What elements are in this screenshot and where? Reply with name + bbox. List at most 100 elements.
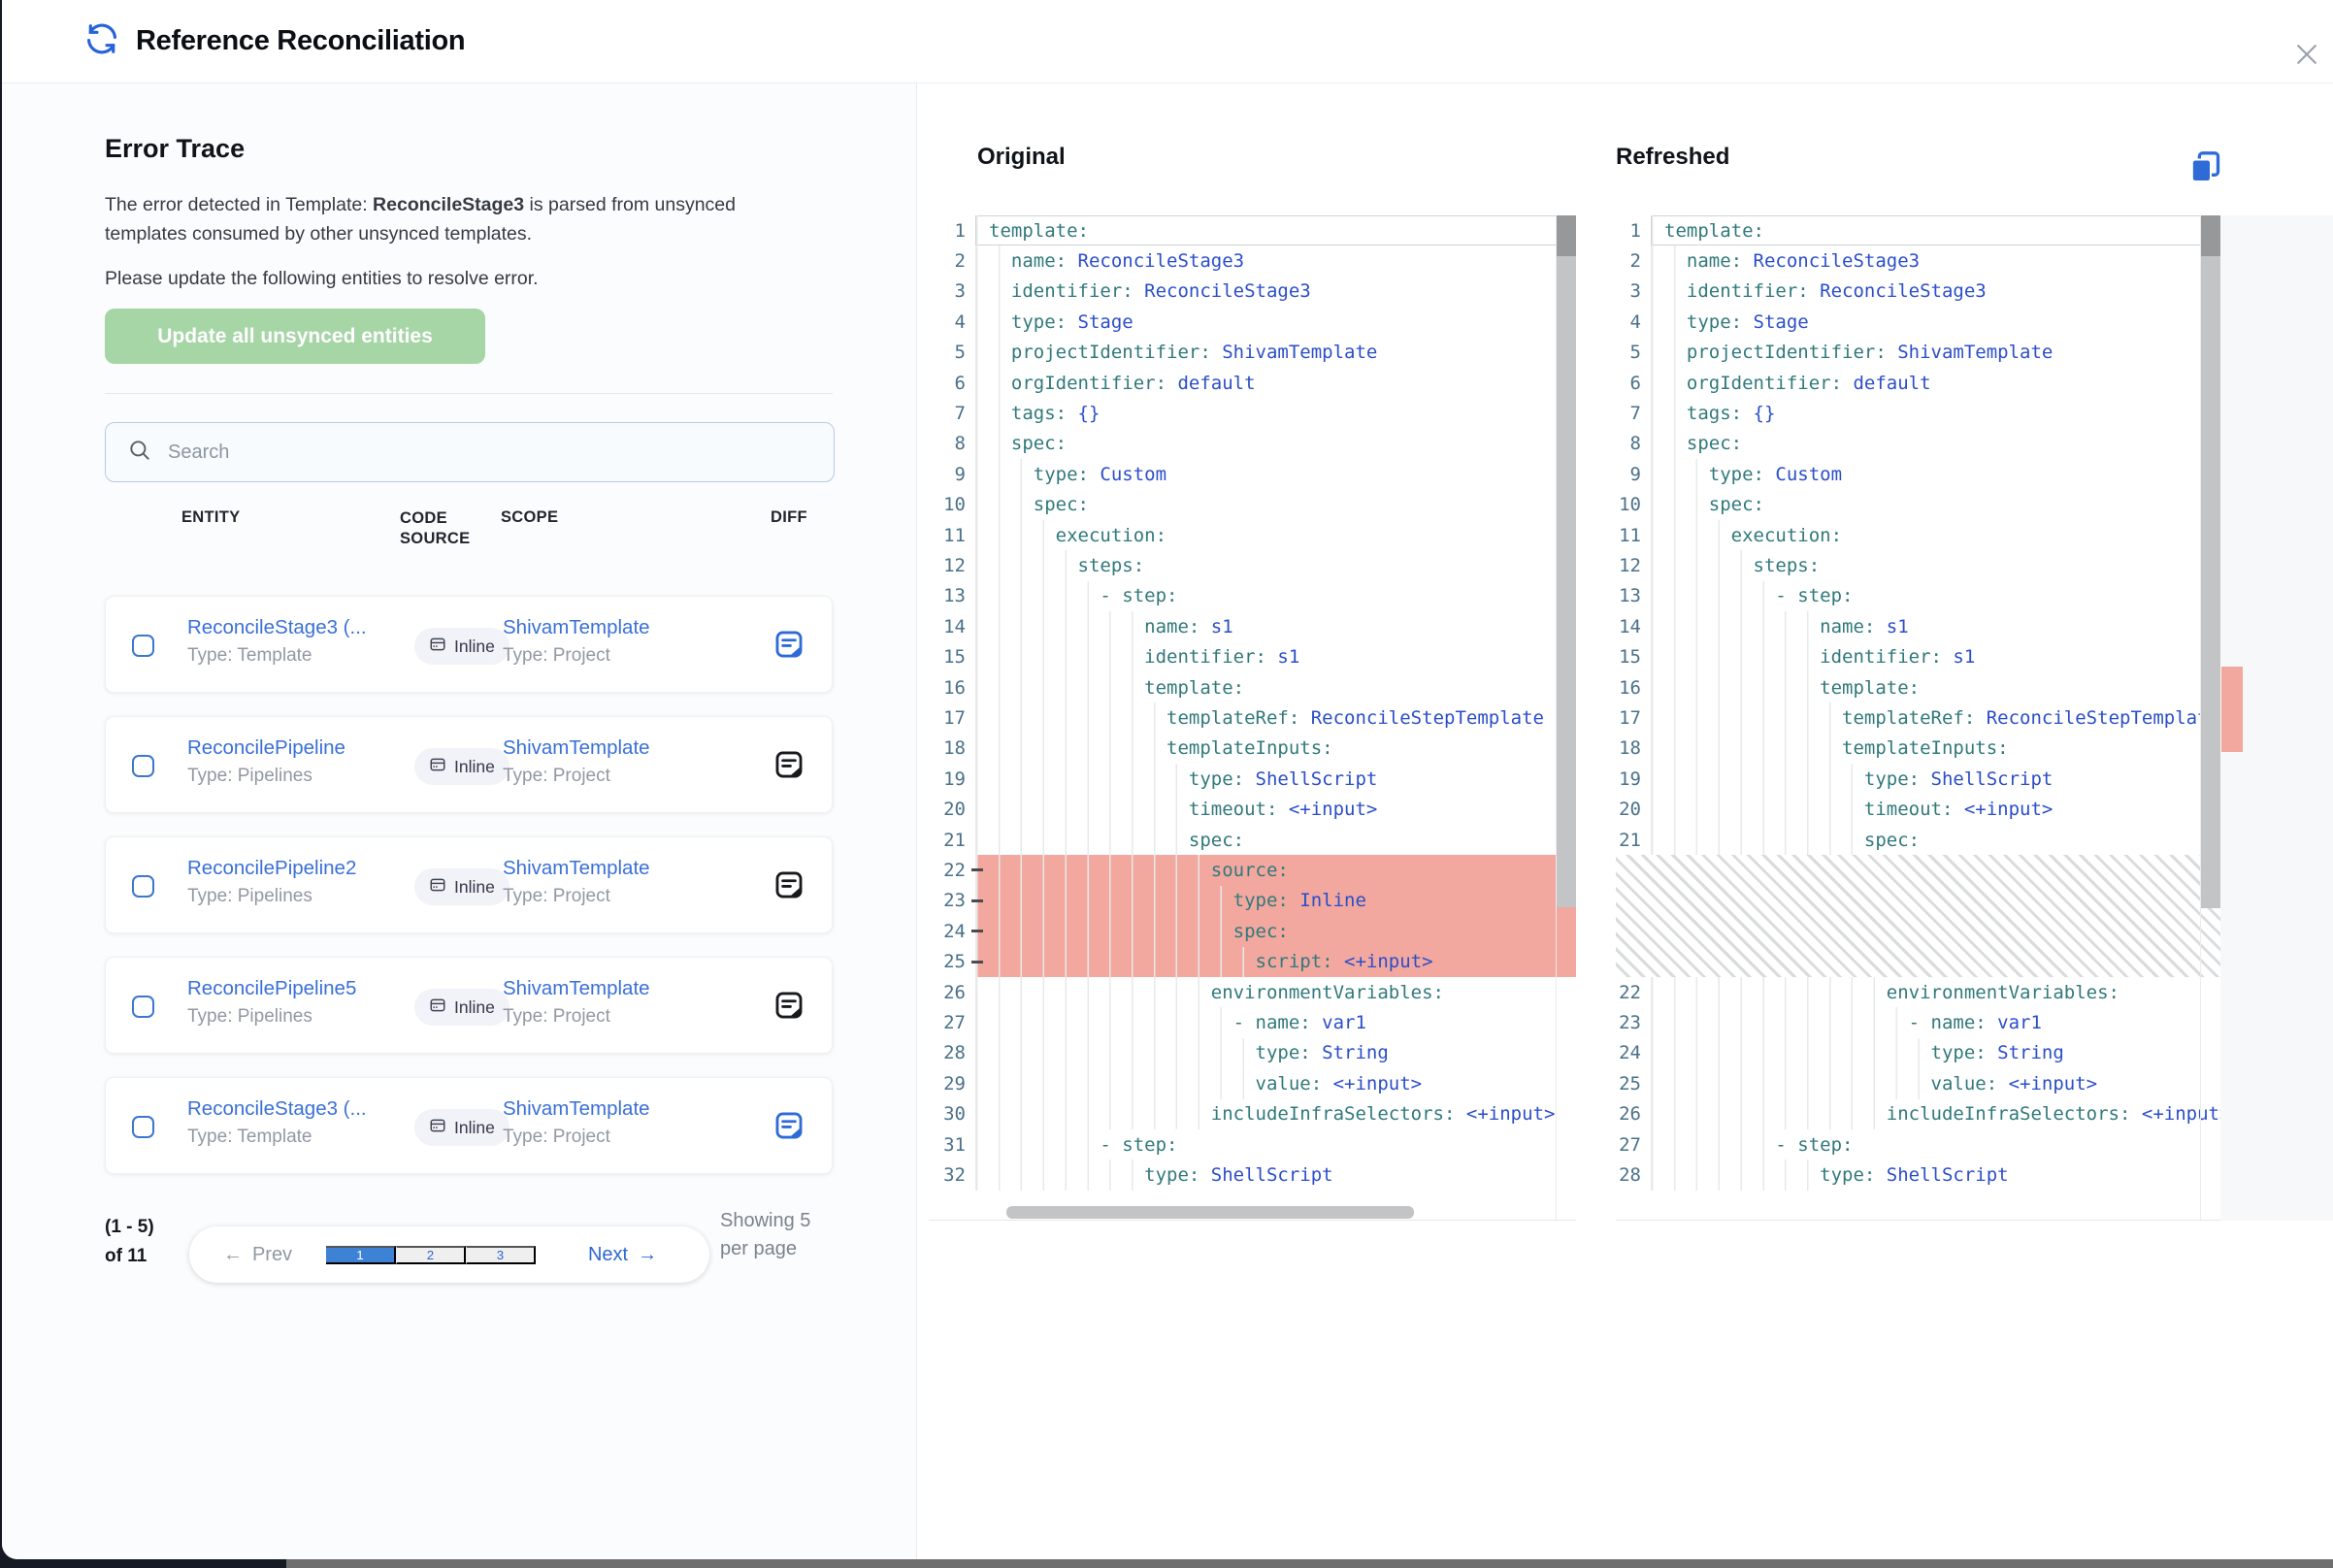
line-number: 6 bbox=[1616, 373, 1651, 394]
diff-file-icon[interactable] bbox=[772, 868, 806, 903]
line-number: 20 bbox=[1616, 799, 1651, 820]
table-row: ReconcileStage3 (...Type: TemplateInline… bbox=[105, 596, 833, 693]
prev-page-button[interactable]: ←Prev bbox=[189, 1226, 326, 1283]
deleted-line-marker bbox=[971, 899, 983, 902]
line-number: 4 bbox=[929, 311, 975, 333]
line-number: 7 bbox=[1616, 403, 1651, 424]
search-box[interactable] bbox=[105, 422, 835, 482]
code-line: 23 type: Inline bbox=[929, 886, 1576, 916]
code-line: 19 type: ShellScript bbox=[929, 764, 1576, 794]
entity-link[interactable]: ReconcileStage3 (... bbox=[187, 616, 367, 639]
line-number: 1 bbox=[929, 220, 975, 242]
original-horizontal-scrollbar[interactable] bbox=[1006, 1206, 1414, 1219]
code-line: 5 projectIdentifier: ShivamTemplate bbox=[1616, 338, 2220, 368]
code-line: 6 orgIdentifier: default bbox=[1616, 368, 2220, 398]
original-vertical-scrollbar[interactable] bbox=[1556, 215, 1576, 1220]
code-line: 1template: bbox=[929, 215, 1576, 245]
update-all-button[interactable]: Update all unsynced entities bbox=[105, 309, 485, 364]
code-line: 23 - name: var1 bbox=[1616, 1007, 2220, 1037]
line-number: 9 bbox=[929, 464, 975, 485]
scope-type-label: Type: Project bbox=[503, 1006, 610, 1028]
line-number: 26 bbox=[929, 982, 975, 1003]
entity-link[interactable]: ReconcilePipeline2 bbox=[187, 857, 356, 880]
row-checkbox[interactable] bbox=[132, 635, 154, 657]
page-button-1[interactable]: 1 bbox=[326, 1246, 396, 1264]
line-number: 11 bbox=[1616, 525, 1651, 546]
page-button-3[interactable]: 3 bbox=[466, 1246, 536, 1264]
original-code-editor[interactable]: 1template:2 name: ReconcileStage33 ident… bbox=[929, 215, 1576, 1221]
code-line: 6 orgIdentifier: default bbox=[929, 368, 1576, 398]
pagination-range: (1 - 5) of 11 bbox=[105, 1213, 169, 1271]
line-number: 8 bbox=[929, 433, 975, 454]
arrow-left-icon: ← bbox=[223, 1244, 243, 1266]
line-number: 24 bbox=[1616, 1042, 1651, 1063]
scope-link[interactable]: ShivamTemplate bbox=[503, 736, 650, 760]
scope-link[interactable]: ShivamTemplate bbox=[503, 977, 650, 1000]
code-line: 30 includeInfraSelectors: <+input> bbox=[929, 1099, 1576, 1129]
line-number: 12 bbox=[1616, 555, 1651, 576]
close-button[interactable] bbox=[2290, 39, 2323, 72]
line-number: 31 bbox=[929, 1134, 975, 1156]
line-number: 6 bbox=[929, 373, 975, 394]
refreshed-vertical-scrollbar[interactable] bbox=[2200, 215, 2220, 1220]
scope-link[interactable]: ShivamTemplate bbox=[503, 1097, 650, 1121]
deleted-line-marker bbox=[971, 930, 983, 932]
refreshed-code-editor[interactable]: 1template:2 name: ReconcileStage33 ident… bbox=[1616, 215, 2220, 1221]
entity-type-label: Type: Pipelines bbox=[187, 1006, 312, 1028]
line-number: 18 bbox=[929, 737, 975, 759]
copy-icon[interactable] bbox=[2185, 147, 2226, 188]
line-number: 12 bbox=[929, 555, 975, 576]
page-bottom-bar bbox=[0, 1559, 2333, 1568]
code-line: 28 type: String bbox=[929, 1038, 1576, 1068]
row-checkbox[interactable] bbox=[132, 755, 154, 777]
row-checkbox[interactable] bbox=[132, 875, 154, 898]
entity-link[interactable]: ReconcilePipeline5 bbox=[187, 977, 356, 1000]
scope-type-label: Type: Project bbox=[503, 645, 610, 667]
table-row: ReconcilePipelineType: PipelinesInlineSh… bbox=[105, 716, 833, 813]
code-line: 4 type: Stage bbox=[1616, 307, 2220, 337]
code-line: 10 spec: bbox=[929, 490, 1576, 520]
table-row: ReconcilePipeline2Type: PipelinesInlineS… bbox=[105, 836, 833, 933]
scope-link[interactable]: ShivamTemplate bbox=[503, 616, 650, 639]
code-source-label: Inline bbox=[454, 637, 495, 657]
error-trace-panel: Error Trace The error detected in Templa… bbox=[2, 83, 917, 1559]
reference-reconciliation-dialog: Reference Reconciliation Error Trace The… bbox=[2, 0, 2333, 1559]
code-line: 17 templateRef: ReconcileStepTemplate bbox=[1616, 702, 2220, 733]
diff-file-icon[interactable] bbox=[772, 628, 806, 663]
code-line: 18 templateInputs: bbox=[1616, 734, 2220, 764]
entity-link[interactable]: ReconcilePipeline bbox=[187, 736, 345, 760]
code-line: 14 name: s1 bbox=[929, 611, 1576, 641]
deleted-line-marker bbox=[971, 961, 983, 964]
code-line: 20 timeout: <+input> bbox=[1616, 795, 2220, 825]
search-input[interactable] bbox=[168, 441, 789, 464]
error-trace-heading: Error Trace bbox=[105, 134, 245, 164]
line-number: 18 bbox=[1616, 737, 1651, 759]
line-number: 9 bbox=[1616, 464, 1651, 485]
entity-link[interactable]: ReconcileStage3 (... bbox=[187, 1097, 367, 1121]
code-line: 7 tags: {} bbox=[929, 398, 1576, 428]
diff-file-icon[interactable] bbox=[772, 1109, 806, 1144]
code-line: 22 source: bbox=[929, 855, 1576, 885]
code-line: 25 value: <+input> bbox=[1616, 1068, 2220, 1098]
diff-file-icon[interactable] bbox=[772, 989, 806, 1024]
code-line: 12 steps: bbox=[929, 550, 1576, 580]
row-checkbox[interactable] bbox=[132, 1116, 154, 1138]
line-number: 24 bbox=[929, 921, 975, 942]
row-checkbox[interactable] bbox=[132, 996, 154, 1018]
deleted-block-marker bbox=[2221, 667, 2243, 752]
diff-area: Original Refreshed 1template:2 name: Rec… bbox=[918, 83, 2333, 1559]
code-line: 32 type: ShellScript bbox=[929, 1160, 1576, 1190]
code-line: 21 spec: bbox=[1616, 825, 2220, 855]
code-source-badge: Inline bbox=[414, 748, 509, 785]
line-number: 16 bbox=[1616, 677, 1651, 699]
code-line: 15 identifier: s1 bbox=[1616, 642, 2220, 672]
diff-file-icon[interactable] bbox=[772, 748, 806, 783]
next-page-button[interactable]: Next→ bbox=[536, 1226, 709, 1283]
code-line: 24 type: String bbox=[1616, 1038, 2220, 1068]
code-line: 14 name: s1 bbox=[1616, 611, 2220, 641]
page-button-2[interactable]: 2 bbox=[396, 1246, 466, 1264]
scope-link[interactable]: ShivamTemplate bbox=[503, 857, 650, 880]
line-number: 13 bbox=[929, 585, 975, 606]
column-header-code-source: CODE SOURCE bbox=[400, 508, 489, 549]
inline-storage-icon bbox=[429, 756, 446, 778]
